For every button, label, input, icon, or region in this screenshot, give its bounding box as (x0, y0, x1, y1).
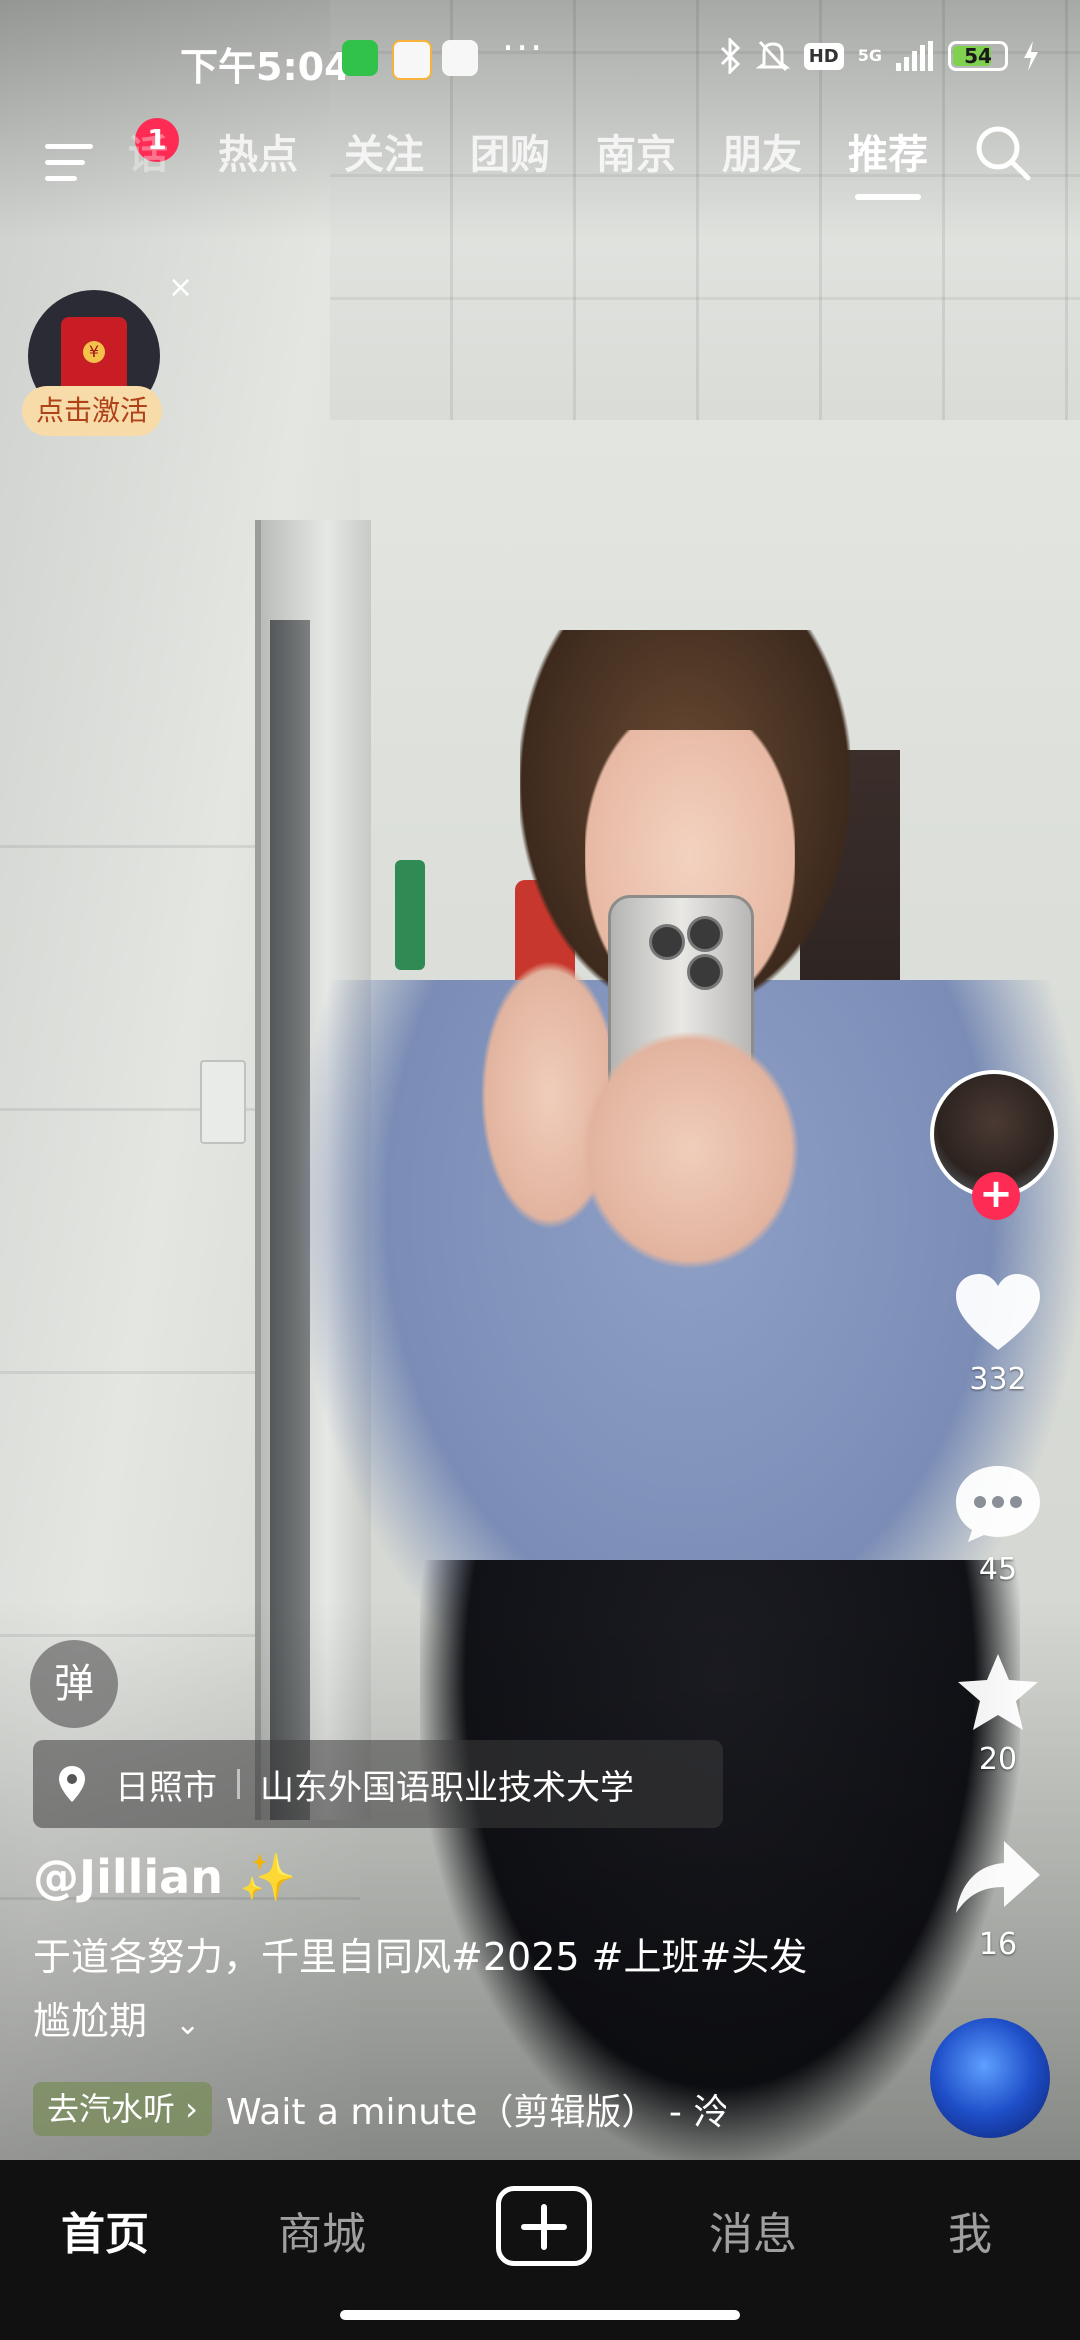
wechat-icon (342, 40, 378, 76)
hd-badge: HD (803, 42, 844, 70)
share-count: 16 (978, 1927, 1018, 1962)
red-packet-activate-label[interactable]: 点击激活 (22, 386, 162, 436)
author-name[interactable]: @Jillian ✨ (33, 1850, 296, 1905)
58-app-icon (392, 40, 432, 80)
network-type: 5G (857, 46, 882, 65)
signal-icon (896, 41, 933, 71)
share-button[interactable]: 16 (928, 1835, 1068, 1962)
feed-tabs: 热点 关注 团购 南京 朋友 推荐 (195, 122, 951, 200)
tab-friends[interactable]: 朋友 (699, 122, 825, 200)
chevron-down-icon[interactable]: ⌄ (175, 1993, 200, 2057)
nav-me[interactable]: 我 (880, 2198, 1060, 2262)
like-button[interactable]: 332 (928, 1270, 1068, 1397)
tab-recommended[interactable]: 推荐 (825, 122, 951, 200)
search-icon[interactable] (972, 122, 1032, 182)
favorite-count: 20 (978, 1742, 1018, 1777)
share-icon (956, 1841, 1040, 1913)
top-navigation: 1 话 热点 关注 团购 南京 朋友 推荐 (0, 110, 1080, 210)
home-indicator[interactable] (340, 2310, 740, 2320)
danmu-toggle[interactable]: 弹 (30, 1640, 118, 1728)
wall-switch (200, 1060, 246, 1144)
comment-button[interactable]: 45 (928, 1460, 1068, 1587)
nav-mall[interactable]: 商城 (232, 2198, 412, 2262)
comment-icon (956, 1466, 1040, 1542)
location-divider (237, 1769, 240, 1799)
location-city: 日照市 (115, 1767, 217, 1808)
tab-group-buy[interactable]: 团购 (447, 122, 573, 200)
location-place: 山东外国语职业技术大学 (260, 1767, 634, 1808)
star-icon (958, 1654, 1038, 1730)
music-row[interactable]: 去汽水听 › Wait a minute（剪辑版） - 泠 (33, 2082, 726, 2136)
more-notifications-icon: ··· (502, 26, 545, 70)
cloud-app-icon (442, 40, 478, 76)
menu-button[interactable]: 1 (45, 118, 179, 186)
add-video-button[interactable] (496, 2186, 592, 2266)
status-bar: 下午5:04 ··· HD 5G 54 (0, 22, 1080, 96)
tab-hot[interactable]: 热点 (195, 122, 321, 200)
music-title: Wait a minute（剪辑版） - 泠 (225, 2092, 726, 2133)
like-count: 332 (969, 1362, 1027, 1397)
listen-in-qishui-button[interactable]: 去汽水听 › (33, 2082, 212, 2136)
mute-bell-icon (755, 40, 790, 72)
person-hand (580, 1030, 800, 1270)
red-packet-widget[interactable]: 点击激活 × (20, 270, 193, 440)
exit-sign (395, 860, 425, 970)
tab-following[interactable]: 关注 (321, 122, 447, 200)
battery-icon: 54 (948, 41, 1008, 71)
tab-nanjing[interactable]: 南京 (573, 122, 699, 200)
charging-icon (1024, 41, 1038, 71)
status-time: 下午5:04 (180, 45, 351, 89)
follow-button[interactable]: + (972, 1172, 1020, 1220)
location-pin-icon (59, 1766, 85, 1802)
tab-partial[interactable]: 话 (128, 122, 168, 180)
comment-count: 45 (978, 1552, 1018, 1587)
nav-home[interactable]: 首页 (15, 2198, 195, 2262)
caption-text: 于道各努力，千里自同风#2025 #上班#头发尴尬期 (33, 1935, 808, 2043)
favorite-button[interactable]: 20 (928, 1650, 1068, 1777)
music-disc-icon[interactable] (930, 2018, 1050, 2138)
location-tag[interactable]: 日照市 山东外国语职业技术大学 (33, 1740, 723, 1828)
bluetooth-icon (720, 38, 740, 74)
nav-messages[interactable]: 消息 (663, 2198, 843, 2262)
close-icon[interactable]: × (168, 270, 193, 305)
video-caption[interactable]: 于道各努力，千里自同风#2025 #上班#头发尴尬期 ⌄ (33, 1925, 833, 2057)
heart-icon (956, 1274, 1040, 1350)
